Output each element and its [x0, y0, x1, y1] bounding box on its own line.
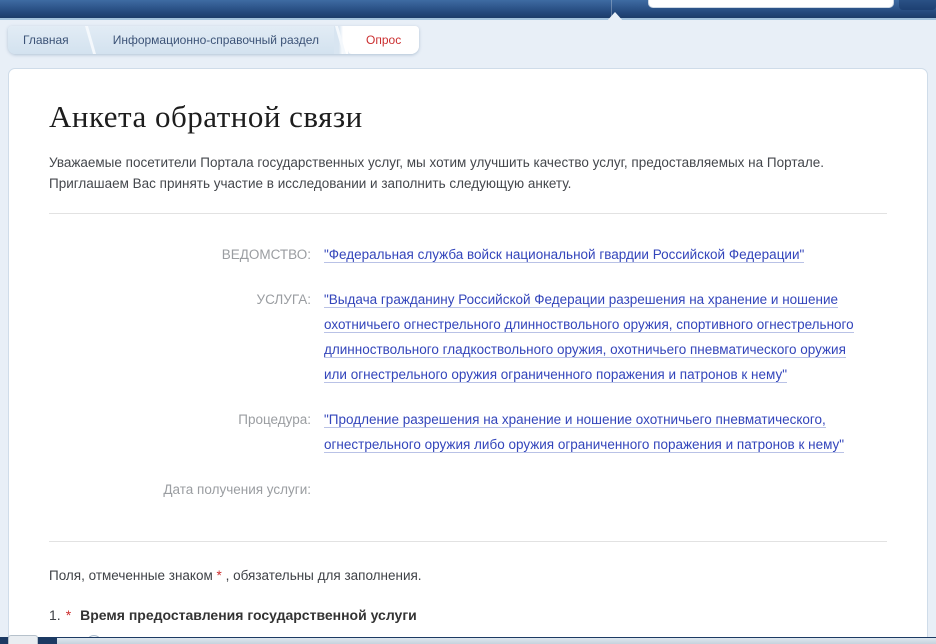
- field-value-procedure: "Продление разрешения на хранение и ноше…: [324, 407, 869, 457]
- required-star: *: [217, 568, 222, 583]
- service-link[interactable]: "Выдача гражданину Российской Федерации …: [324, 292, 854, 383]
- service-info-fields: ВЕДОМСТВО: "Федеральная служба войск нац…: [49, 214, 887, 522]
- question-1: 1. * Время предоставления государственно…: [49, 607, 887, 623]
- breadcrumb-item-home[interactable]: Главная: [8, 26, 84, 54]
- field-label-procedure: Процедура:: [49, 407, 311, 457]
- breadcrumb-item-survey-active: Опрос: [348, 26, 419, 54]
- field-label-agency: ВЕДОМСТВО:: [49, 242, 311, 267]
- breadcrumb-separator: [84, 26, 98, 54]
- page-title: Анкета обратной связи: [49, 99, 887, 135]
- breadcrumb-separator: [334, 26, 348, 54]
- field-row-date: Дата получения услуги:: [49, 477, 887, 502]
- taskbar-app-strip: [57, 638, 936, 644]
- divider: [49, 541, 887, 542]
- field-value-agency: "Федеральная служба войск национальной г…: [324, 242, 804, 267]
- breadcrumb-item-info-section[interactable]: Информационно-справочный раздел: [98, 26, 334, 54]
- field-row-service: УСЛУГА: "Выдача гражданину Российской Фе…: [49, 287, 887, 387]
- breadcrumb: Главная Информационно-справочный раздел …: [8, 26, 419, 54]
- question-number: 1.: [49, 607, 61, 623]
- field-label-service: УСЛУГА:: [49, 287, 311, 387]
- field-label-date: Дата получения услуги:: [49, 477, 311, 502]
- question-text: Время предоставления государственной усл…: [80, 607, 417, 623]
- procedure-link[interactable]: "Продление разрешения на хранение и ноше…: [324, 412, 844, 453]
- top-header-bar: [0, 0, 936, 20]
- taskbar-button[interactable]: [8, 635, 38, 644]
- taskbar-edge: [0, 637, 936, 644]
- required-fields-note: Поля, отмеченные знаком * , обязательны …: [49, 568, 887, 583]
- question-required-star: *: [66, 607, 71, 623]
- field-row-agency: ВЕДОМСТВО: "Федеральная служба войск нац…: [49, 242, 887, 267]
- search-input[interactable]: [648, 0, 894, 8]
- search-button[interactable]: [899, 0, 936, 10]
- intro-text: Уважаемые посетители Портала государстве…: [49, 152, 887, 194]
- agency-link[interactable]: "Федеральная служба войск национальной г…: [324, 247, 804, 263]
- field-value-service: "Выдача гражданину Российской Федерации …: [324, 287, 869, 387]
- agency-link-text[interactable]: "Федеральная служба войск национальной г…: [324, 247, 804, 263]
- header-pointer-notch: [606, 12, 624, 22]
- survey-card: Анкета обратной связи Уважаемые посетите…: [8, 68, 928, 644]
- note-suffix: , обязательны для заполнения.: [226, 568, 422, 583]
- procedure-link-text[interactable]: "Продление разрешения на хранение и ноше…: [324, 412, 844, 453]
- service-link-text[interactable]: "Выдача гражданину Российской Федерации …: [324, 292, 854, 383]
- note-prefix: Поля, отмеченные знаком: [49, 568, 213, 583]
- field-row-procedure: Процедура: "Продление разрешения на хран…: [49, 407, 887, 457]
